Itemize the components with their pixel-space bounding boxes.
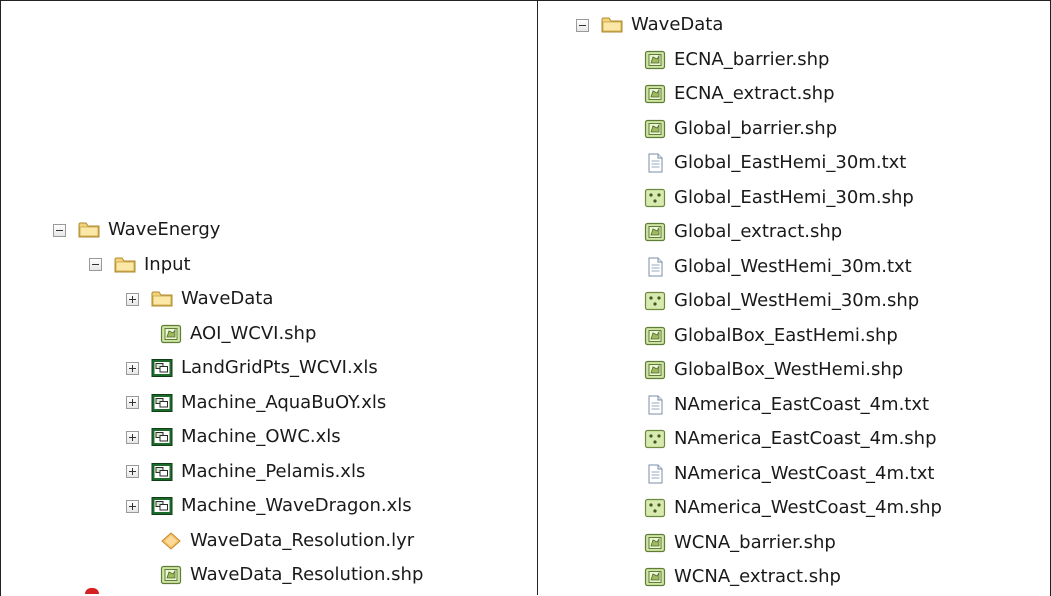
folder-icon <box>114 255 136 275</box>
polygon-shapefile-icon <box>160 565 182 585</box>
tree-item-label: WaveData_Resolution.shp <box>190 564 424 585</box>
excel-table-icon <box>151 496 173 516</box>
tree-item[interactable]: LandGridPts_WCVI.xls <box>126 351 378 385</box>
expand-toggle-icon[interactable] <box>126 396 139 409</box>
tree-item-label: NAmerica_WestCoast_4m.txt <box>674 462 935 484</box>
polygon-shapefile-icon <box>644 222 666 242</box>
tree-item[interactable]: Machine_AquaBuOY.xls <box>126 386 386 420</box>
tree-item-label: WCNA_extract.shp <box>674 566 841 587</box>
tree-item-label: Global_WestHemi_30m.txt <box>674 255 912 277</box>
tree-item[interactable]: WCNA_extract.shp <box>644 560 841 594</box>
polygon-shapefile-icon <box>644 84 666 104</box>
excel-table-icon <box>151 462 173 482</box>
polygon-shapefile-icon <box>160 324 182 344</box>
text-file-icon <box>644 257 666 277</box>
expand-toggle-icon[interactable] <box>126 292 139 306</box>
text-file-icon <box>644 153 666 173</box>
tree-item[interactable]: WaveEnergy <box>53 213 220 247</box>
tree-item-label: WCNA_barrier.shp <box>674 531 836 553</box>
folder-icon <box>151 289 173 309</box>
tree-item[interactable]: Global_WestHemi_30m.txt <box>644 250 912 284</box>
point-shapefile-icon <box>644 291 666 311</box>
tree-item-label: WaveData <box>631 14 724 35</box>
tree-item[interactable]: WaveData_Resolution.shp <box>160 558 423 592</box>
expand-toggle-icon[interactable] <box>126 499 139 513</box>
tree-item-label: Global_EastHemi_30m.txt <box>674 152 907 173</box>
tree-item[interactable]: AOI_WCVI.shp <box>160 317 316 351</box>
polygon-shapefile-icon <box>644 567 666 587</box>
tree-item-label: Machine_Pelamis.xls <box>181 460 366 482</box>
tree-item-label: Global_EastHemi_30m.shp <box>674 186 914 208</box>
polygon-shapefile-icon <box>644 360 666 380</box>
tree-item[interactable]: Global_EastHemi_30m.shp <box>644 181 914 215</box>
tree-item-label: GlobalBox_EastHemi.shp <box>674 324 898 346</box>
expand-toggle-icon[interactable] <box>126 361 139 375</box>
tree-item-label: WaveEnergy <box>108 219 221 240</box>
tree-item-label: NAmerica_WestCoast_4m.shp <box>674 497 942 518</box>
collapse-toggle-icon[interactable] <box>89 258 102 271</box>
tree-item[interactable]: WaveData <box>576 8 723 42</box>
red-marker-fragment <box>85 588 99 594</box>
tree-item[interactable]: Global_barrier.shp <box>644 112 837 146</box>
folder-icon <box>78 220 100 240</box>
polygon-shapefile-icon <box>644 533 666 553</box>
excel-table-icon <box>151 427 173 447</box>
tree-item-label: Input <box>144 253 191 275</box>
tree-item-label: AOI_WCVI.shp <box>190 322 317 344</box>
tree-item-label: GlobalBox_WestHemi.shp <box>674 359 904 380</box>
tree-item-label: ECNA_extract.shp <box>674 83 835 104</box>
layer-file-icon <box>160 531 182 551</box>
point-shapefile-icon <box>644 188 666 208</box>
expand-toggle-icon[interactable] <box>126 430 139 444</box>
tree-item[interactable]: Global_EastHemi_30m.txt <box>644 146 906 180</box>
tree-item[interactable]: Machine_Pelamis.xls <box>126 455 365 489</box>
tree-item[interactable]: NAmerica_EastCoast_4m.txt <box>644 388 929 422</box>
expand-toggle-icon[interactable] <box>126 465 139 478</box>
tree-item[interactable]: Global_extract.shp <box>644 215 842 249</box>
tree-item-label: Global_barrier.shp <box>674 117 838 139</box>
tree-item[interactable]: Input <box>89 248 191 282</box>
tree-item-label: WaveData <box>181 288 274 309</box>
tree-item[interactable]: NAmerica_WestCoast_4m.shp <box>644 491 942 525</box>
polygon-shapefile-icon <box>644 119 666 139</box>
tree-item-label: NAmerica_EastCoast_4m.shp <box>674 428 937 449</box>
tree-item[interactable]: GlobalBox_EastHemi.shp <box>644 319 898 353</box>
tree-item[interactable]: GlobalBox_WestHemi.shp <box>644 353 903 387</box>
panel-divider <box>537 0 538 595</box>
tree-item-label: WaveData_Resolution.lyr <box>190 529 415 551</box>
text-file-icon <box>644 464 666 484</box>
tree-item-label: Global_extract.shp <box>674 221 843 242</box>
excel-table-icon <box>151 358 173 378</box>
tree-item[interactable]: Machine_OWC.xls <box>126 420 341 454</box>
tree-item[interactable]: WaveData_Resolution.lyr <box>160 524 414 558</box>
tree-item[interactable]: WaveData <box>126 282 273 316</box>
tree-item[interactable]: NAmerica_WestCoast_4m.txt <box>644 457 935 491</box>
tree-item[interactable]: Global_WestHemi_30m.shp <box>644 284 919 318</box>
tree-item[interactable]: ECNA_extract.shp <box>644 77 835 111</box>
tree-item[interactable]: WCNA_barrier.shp <box>644 526 836 560</box>
point-shapefile-icon <box>644 429 666 449</box>
point-shapefile-icon <box>644 498 666 518</box>
tree-item-label: Global_WestHemi_30m.shp <box>674 290 920 311</box>
polygon-shapefile-icon <box>644 326 666 346</box>
tree-item-label: LandGridPts_WCVI.xls <box>181 357 378 378</box>
polygon-shapefile-icon <box>644 50 666 70</box>
tree-item[interactable]: Machine_WaveDragon.xls <box>126 489 412 523</box>
tree-item-label: Machine_AquaBuOY.xls <box>181 391 387 413</box>
tree-item[interactable]: ECNA_barrier.shp <box>644 43 829 77</box>
text-file-icon <box>644 395 666 415</box>
folder-icon <box>601 15 623 35</box>
excel-table-icon <box>151 393 173 413</box>
tree-item-label: Machine_OWC.xls <box>181 426 341 447</box>
tree-item-label: ECNA_barrier.shp <box>674 48 830 70</box>
tree-item-label: Machine_WaveDragon.xls <box>181 495 412 516</box>
tree-item-label: NAmerica_EastCoast_4m.txt <box>674 393 930 415</box>
tree-item[interactable]: NAmerica_EastCoast_4m.shp <box>644 422 937 456</box>
collapse-toggle-icon[interactable] <box>576 18 589 32</box>
collapse-toggle-icon[interactable] <box>53 223 66 237</box>
